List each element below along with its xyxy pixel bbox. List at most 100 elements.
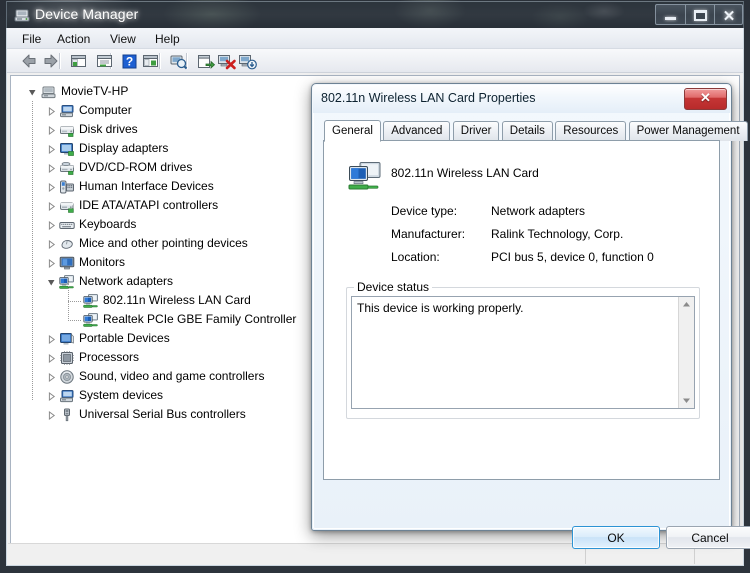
dvd-drive-icon (59, 160, 75, 176)
device-manager-icon (14, 7, 30, 23)
tree-child-connector (68, 320, 81, 321)
expand-arrow-icon[interactable] (47, 145, 56, 154)
device-status-label: Device status (354, 280, 433, 294)
expand-arrow-icon[interactable] (47, 221, 56, 230)
collapse-arrow-icon[interactable] (28, 88, 37, 97)
dialog-close-button[interactable]: ✕ (684, 88, 727, 110)
tree-child-connector (68, 301, 81, 302)
disk-drive-icon (59, 122, 75, 138)
network-card-icon (83, 293, 99, 309)
location-value: PCI bus 5, device 0, function 0 (491, 250, 654, 264)
properties-button[interactable] (94, 51, 115, 71)
device-status-textbox[interactable]: This device is working properly. (351, 296, 695, 409)
expand-arrow-icon[interactable] (47, 126, 56, 135)
expand-arrow-icon[interactable] (47, 335, 56, 344)
device-status-text: This device is working properly. (357, 301, 524, 315)
tree-item-label: Processors (79, 350, 140, 364)
sound-icon (59, 369, 75, 385)
device-type-value: Network adapters (491, 204, 586, 218)
disable-device-icon (218, 55, 236, 70)
close-button[interactable]: ✕ (715, 4, 743, 25)
portable-device-icon (59, 331, 75, 347)
expand-arrow-icon[interactable] (47, 259, 56, 268)
menu-help[interactable]: Help (149, 31, 186, 47)
window-title: Device Manager (35, 6, 139, 22)
computer-root-icon (41, 84, 57, 100)
menu-action[interactable]: Action (51, 31, 96, 47)
tree-item-label: DVD/CD-ROM drives (79, 160, 193, 174)
tree-item-label: Keyboards (79, 217, 137, 231)
tree-item-label: IDE ATA/ATAPI controllers (79, 198, 219, 212)
tab-general[interactable]: General (324, 120, 381, 142)
update-driver-button[interactable] (195, 51, 216, 71)
tree-item-label: Universal Serial Bus controllers (79, 407, 246, 421)
menu-bar: File Action View Help (7, 28, 743, 49)
device-properties-dialog: 802.11n Wireless LAN Card Properties ✕ G… (311, 83, 750, 549)
tree-item-label: Computer (79, 103, 132, 117)
tree-item-label: Monitors (79, 255, 126, 269)
maximize-button[interactable] (685, 4, 715, 25)
processor-icon (59, 350, 75, 366)
uninstall-device-button[interactable] (237, 51, 258, 71)
menu-view[interactable]: View (104, 31, 142, 47)
device-type-label: Device type: (391, 204, 458, 218)
cancel-button[interactable]: Cancel (666, 526, 750, 549)
minimize-icon (665, 17, 676, 20)
expand-arrow-icon[interactable] (47, 354, 56, 363)
window-titlebar: Device Manager ✕ (6, 1, 744, 28)
tree-item-label: System devices (79, 388, 164, 402)
collapse-arrow-icon[interactable] (47, 278, 56, 287)
back-arrow-icon (22, 54, 36, 68)
svg-text:?: ? (126, 55, 133, 69)
expand-arrow-icon[interactable] (47, 373, 56, 382)
system-device-icon (59, 388, 75, 404)
tree-item-label: Display adapters (79, 141, 169, 155)
tab-details[interactable]: Details (501, 121, 553, 141)
expand-arrow-icon[interactable] (47, 411, 56, 420)
close-icon: ✕ (700, 90, 711, 105)
uninstall-device-icon (239, 55, 257, 70)
device-status-scrollbar[interactable] (678, 297, 694, 408)
location-label: Location: (391, 250, 440, 264)
tab-driver[interactable]: Driver (452, 121, 500, 141)
menu-file[interactable]: File (16, 31, 47, 47)
show-hide-console-tree-button[interactable] (68, 51, 89, 71)
tree-item-label: Human Interface Devices (79, 179, 214, 193)
forward-arrow-icon (44, 54, 58, 68)
toolbar: ? (7, 49, 743, 73)
scroll-down-arrow-icon[interactable] (679, 393, 694, 408)
expand-arrow-icon[interactable] (47, 202, 56, 211)
show-hidden-devices-button[interactable] (140, 51, 161, 71)
network-adapter-icon (59, 274, 75, 290)
minimize-button[interactable] (655, 4, 685, 25)
dialog-title: 802.11n Wireless LAN Card Properties (321, 91, 536, 105)
maximize-icon (694, 10, 707, 21)
display-adapter-icon (59, 141, 75, 157)
scan-hardware-icon (170, 55, 188, 70)
dialog-titlebar: 802.11n Wireless LAN Card Properties ✕ (313, 85, 730, 113)
scan-hardware-changes-button[interactable] (168, 51, 189, 71)
dialog-device-name: 802.11n Wireless LAN Card (391, 166, 539, 180)
scroll-up-arrow-icon[interactable] (679, 297, 694, 312)
expand-arrow-icon[interactable] (47, 164, 56, 173)
console-tree-icon (71, 55, 86, 67)
tab-advanced[interactable]: Advanced (383, 121, 451, 141)
tree-item-label: Network adapters (79, 274, 174, 288)
disable-device-button[interactable] (216, 51, 237, 71)
tab-power-management[interactable]: Power Management (628, 121, 748, 141)
expand-arrow-icon[interactable] (47, 240, 56, 249)
network-card-icon (83, 312, 99, 328)
ok-button[interactable]: OK (572, 526, 660, 549)
expand-arrow-icon[interactable] (47, 392, 56, 401)
expand-arrow-icon[interactable] (47, 107, 56, 116)
help-button[interactable]: ? (119, 51, 140, 71)
help-question-icon: ? (122, 54, 137, 69)
tab-resources[interactable]: Resources (555, 121, 627, 141)
manufacturer-value: Ralink Technology, Corp. (491, 227, 624, 241)
back-button[interactable] (19, 51, 40, 71)
update-driver-icon (198, 55, 216, 69)
keyboard-icon (59, 217, 75, 233)
expand-arrow-icon[interactable] (47, 183, 56, 192)
tree-item-label: 802.11n Wireless LAN Card (103, 293, 251, 307)
forward-button[interactable] (40, 51, 61, 71)
